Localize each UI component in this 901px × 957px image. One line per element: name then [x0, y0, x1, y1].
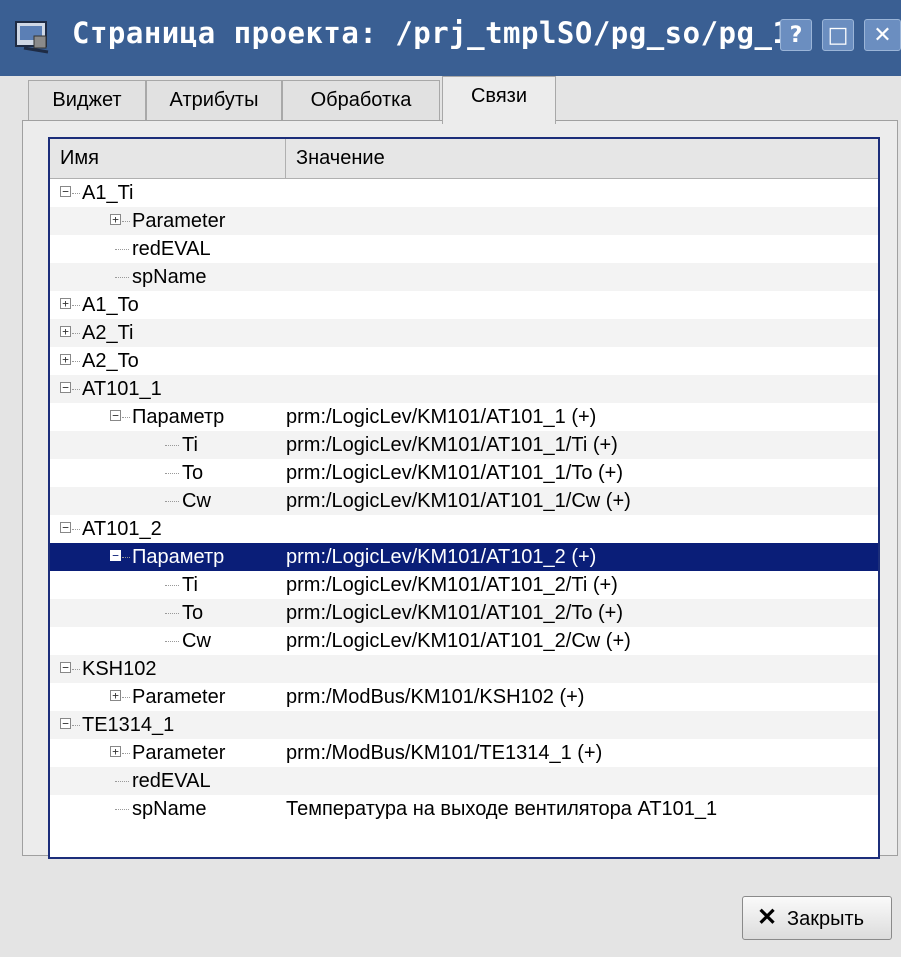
expand-icon[interactable]: +: [60, 298, 71, 309]
x-icon: ✕: [757, 904, 778, 931]
tree-row[interactable]: + Parameter: [50, 207, 878, 235]
tree-row-name: Параметр: [132, 406, 225, 428]
tree-row-name: Ti: [182, 574, 198, 596]
collapse-icon[interactable]: −: [60, 186, 71, 197]
window-title: Страница проекта: /prj_tmplSO/pg_so/pg_1…: [72, 16, 809, 50]
expand-icon[interactable]: +: [110, 746, 121, 757]
tree-row-name: TE1314_1: [82, 714, 175, 736]
tree-row-name: A1_Ti: [82, 182, 134, 204]
tree-row[interactable]: − Параметр prm:/LogicLev/KM101/AT101_1 (+): [50, 403, 878, 431]
tree-row-value: prm:/LogicLev/KM101/AT101_1 (+): [286, 406, 597, 428]
tree-row-name: Параметр: [132, 546, 225, 568]
tree-row-name: To: [182, 462, 204, 484]
tree-row-value: prm:/LogicLev/KM101/AT101_2/Cw (+): [286, 630, 631, 652]
tree-row-name: A2_To: [82, 350, 139, 372]
tree-row[interactable]: − KSH102: [50, 655, 878, 683]
tree-row[interactable]: spName Температура на выходе вентилятора …: [50, 795, 878, 823]
tree-row-value: prm:/LogicLev/KM101/AT101_1/Cw (+): [286, 490, 631, 512]
tree-row[interactable]: − A1_Ti: [50, 179, 878, 207]
tree-row[interactable]: redEVAL: [50, 235, 878, 263]
collapse-icon[interactable]: −: [110, 550, 121, 561]
tree-row[interactable]: Cw prm:/LogicLev/KM101/AT101_2/Cw (+): [50, 627, 878, 655]
collapse-icon[interactable]: −: [110, 410, 121, 421]
tree-rows: − A1_Ti + Parameter redEVAL spName + A1_To + A2_T…: [50, 179, 878, 823]
tab-processing[interactable]: Обработка: [282, 80, 440, 120]
tree-row-name: Parameter: [132, 686, 226, 708]
tree-row[interactable]: − TE1314_1: [50, 711, 878, 739]
tab-links[interactable]: Связи: [442, 76, 556, 124]
expand-icon[interactable]: +: [60, 326, 71, 337]
tree-header: Имя Значение: [50, 139, 878, 179]
tree-row[interactable]: + Parameter prm:/ModBus/KM101/TE1314_1 (+): [50, 739, 878, 767]
expand-icon[interactable]: +: [60, 354, 71, 365]
tree-row-value: Температура на выходе вентилятора AT101_…: [286, 798, 718, 820]
tree-row[interactable]: − AT101_2: [50, 515, 878, 543]
tree-row-name: A1_To: [82, 294, 139, 316]
tree-row-value: prm:/ModBus/KM101/KSH102 (+): [286, 686, 585, 708]
tree-row-name: A2_Ti: [82, 322, 134, 344]
close-button[interactable]: ✕ Закрыть: [742, 896, 892, 940]
collapse-icon[interactable]: −: [60, 382, 71, 393]
tree-row-value: prm:/LogicLev/KM101/AT101_1/To (+): [286, 462, 624, 484]
collapse-icon[interactable]: −: [60, 522, 71, 533]
tree-row[interactable]: Ti prm:/LogicLev/KM101/AT101_2/Ti (+): [50, 571, 878, 599]
expand-icon[interactable]: +: [110, 690, 121, 701]
tree-row-value: prm:/LogicLev/KM101/AT101_2 (+): [286, 546, 597, 568]
links-tree[interactable]: Имя Значение − A1_Ti + Parameter redEVAL spNa…: [48, 137, 880, 859]
column-header-value[interactable]: Значение: [286, 139, 878, 178]
tree-row-name: AT101_2: [82, 518, 162, 540]
tree-row[interactable]: + A1_To: [50, 291, 878, 319]
tree-row[interactable]: To prm:/LogicLev/KM101/AT101_2/To (+): [50, 599, 878, 627]
tree-row[interactable]: Cw prm:/LogicLev/KM101/AT101_1/Cw (+): [50, 487, 878, 515]
tab-attributes[interactable]: Атрибуты: [146, 80, 282, 120]
tree-row[interactable]: + A2_Ti: [50, 319, 878, 347]
column-header-name[interactable]: Имя: [50, 139, 286, 178]
tree-row[interactable]: − Параметр prm:/LogicLev/KM101/AT101_2 (+): [50, 543, 878, 571]
help-button[interactable]: ?: [780, 19, 812, 51]
collapse-icon[interactable]: −: [60, 662, 71, 673]
tree-row-value: prm:/LogicLev/KM101/AT101_2/To (+): [286, 602, 624, 624]
expand-icon[interactable]: +: [110, 214, 121, 225]
tree-row[interactable]: + Parameter prm:/ModBus/KM101/KSH102 (+): [50, 683, 878, 711]
tree-row-name: Ti: [182, 434, 198, 456]
tree-row-name: AT101_1: [82, 378, 162, 400]
tree-row[interactable]: To prm:/LogicLev/KM101/AT101_1/To (+): [50, 459, 878, 487]
tree-row-name: spName: [132, 798, 207, 820]
tree-row-name: Cw: [182, 630, 211, 652]
tree-row-name: redEVAL: [132, 770, 211, 792]
tree-row-name: Parameter: [132, 210, 226, 232]
tree-row-name: Parameter: [132, 742, 226, 764]
tree-row-value: prm:/LogicLev/KM101/AT101_1/Ti (+): [286, 434, 618, 456]
tree-row-value: prm:/LogicLev/KM101/AT101_2/Ti (+): [286, 574, 618, 596]
tree-row-value: prm:/ModBus/KM101/TE1314_1 (+): [286, 742, 603, 764]
close-window-button[interactable]: ✕: [864, 19, 901, 51]
tree-row[interactable]: spName: [50, 263, 878, 291]
tree-row-name: To: [182, 602, 204, 624]
tree-row[interactable]: − AT101_1: [50, 375, 878, 403]
tree-row-name: redEVAL: [132, 238, 211, 260]
project-page-window: Страница проекта: /prj_tmplSO/pg_so/pg_1…: [0, 0, 901, 957]
app-icon: [15, 21, 49, 54]
maximize-button[interactable]: □: [822, 19, 854, 51]
title-bar[interactable]: Страница проекта: /prj_tmplSO/pg_so/pg_1…: [0, 0, 901, 76]
tree-row-name: spName: [132, 266, 207, 288]
close-button-label: Закрыть: [787, 908, 865, 930]
tree-row-name: KSH102: [82, 658, 157, 680]
collapse-icon[interactable]: −: [60, 718, 71, 729]
tree-row[interactable]: Ti prm:/LogicLev/KM101/AT101_1/Ti (+): [50, 431, 878, 459]
tab-widget[interactable]: Виджет: [28, 80, 146, 120]
tree-row-name: Cw: [182, 490, 211, 512]
tree-row[interactable]: + A2_To: [50, 347, 878, 375]
tree-row[interactable]: redEVAL: [50, 767, 878, 795]
